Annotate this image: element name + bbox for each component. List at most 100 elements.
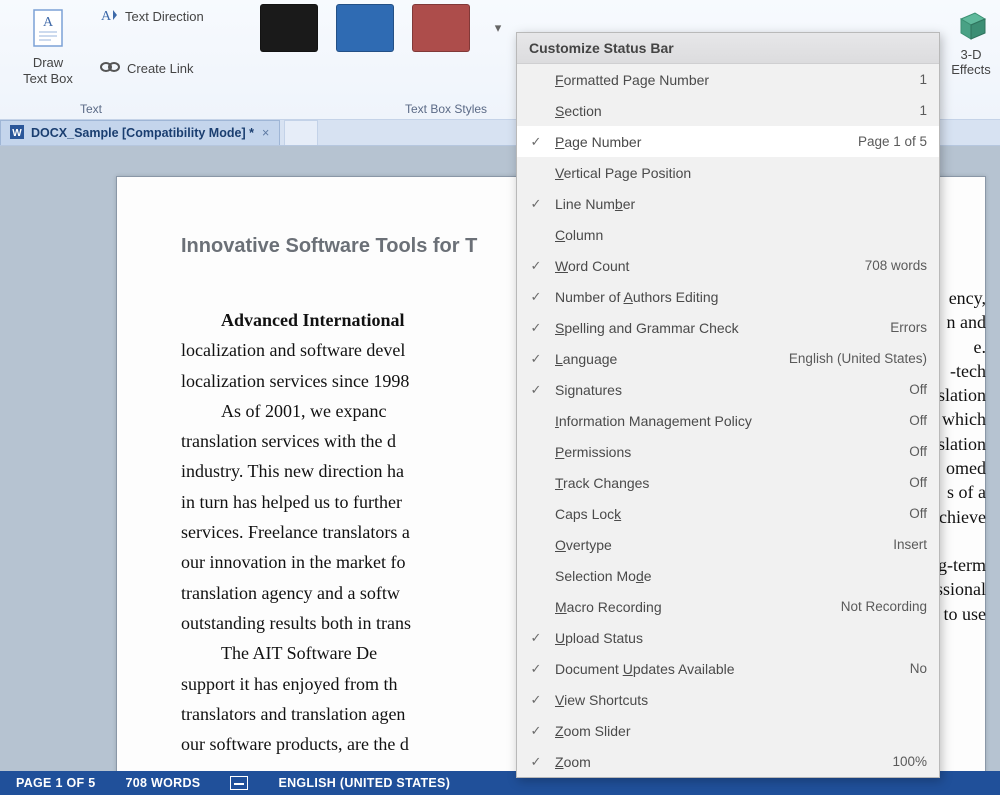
- menu-item-label: Number of Authors Editing: [555, 289, 919, 305]
- check-icon: ✓: [517, 134, 555, 150]
- tab-close-button[interactable]: ×: [260, 126, 271, 140]
- status-bar-menu-item[interactable]: Vertical Page Position: [517, 157, 939, 188]
- customize-status-bar-menu: Customize Status Bar Formatted Page Numb…: [516, 32, 940, 778]
- menu-item-label: Signatures: [555, 382, 901, 398]
- menu-item-label: Permissions: [555, 444, 901, 460]
- style-swatch-red[interactable]: [412, 4, 470, 52]
- status-bar-menu-item[interactable]: Track ChangesOff: [517, 467, 939, 498]
- text-box-icon: A: [31, 0, 65, 55]
- gallery-more-button[interactable]: ▾: [488, 20, 508, 36]
- effects-3d-button[interactable]: 3-D Effects: [950, 4, 992, 78]
- status-bar-menu-item[interactable]: ✓SignaturesOff: [517, 374, 939, 405]
- menu-item-label: Formatted Page Number: [555, 72, 911, 88]
- menu-item-value: 100%: [884, 754, 927, 769]
- menu-item-label: Track Changes: [555, 475, 901, 491]
- status-bar-menu-item[interactable]: ✓Zoom100%: [517, 746, 939, 777]
- svg-text:A: A: [101, 9, 112, 24]
- menu-item-label: Language: [555, 351, 781, 367]
- menu-item-value: 1: [911, 103, 927, 118]
- menu-item-label: Section: [555, 103, 911, 119]
- status-bar-menu-item[interactable]: ✓Spelling and Grammar CheckErrors: [517, 312, 939, 343]
- text-direction-label: Text Direction: [125, 9, 204, 24]
- check-icon: ✓: [517, 630, 555, 646]
- status-language[interactable]: ENGLISH (UNITED STATES): [278, 776, 450, 790]
- check-icon: ✓: [517, 289, 555, 305]
- menu-item-value: Not Recording: [833, 599, 927, 614]
- status-bar-menu-item[interactable]: Column: [517, 219, 939, 250]
- status-bar-menu-item[interactable]: Section1: [517, 95, 939, 126]
- doc-right-fragments: ency, n and e. -tech slation which slati…: [936, 286, 986, 626]
- menu-item-label: Document Updates Available: [555, 661, 902, 677]
- menu-item-value: Off: [901, 382, 927, 397]
- check-icon: ✓: [517, 351, 555, 367]
- status-bar-menu-item[interactable]: Information Management PolicyOff: [517, 405, 939, 436]
- status-bar-menu-item[interactable]: ✓Line Number: [517, 188, 939, 219]
- status-bar-menu-item[interactable]: ✓Document Updates AvailableNo: [517, 653, 939, 684]
- menu-item-label: Caps Lock: [555, 506, 901, 522]
- menu-item-value: 708 words: [857, 258, 927, 273]
- check-icon: ✓: [517, 661, 555, 677]
- menu-item-value: Off: [901, 444, 927, 459]
- status-word-count[interactable]: 708 WORDS: [125, 776, 200, 790]
- menu-item-value: No: [902, 661, 927, 676]
- status-bar-menu-item[interactable]: Caps LockOff: [517, 498, 939, 529]
- draw-text-box-button[interactable]: A Draw Text Box: [8, 0, 88, 86]
- menu-item-label: Line Number: [555, 196, 919, 212]
- check-icon: ✓: [517, 320, 555, 336]
- menu-item-label: Column: [555, 227, 919, 243]
- status-bar-menu-item[interactable]: ✓Number of Authors Editing: [517, 281, 939, 312]
- text-direction-button[interactable]: A Text Direction: [95, 4, 208, 29]
- menu-item-label: View Shortcuts: [555, 692, 919, 708]
- menu-item-value: Insert: [885, 537, 927, 552]
- document-tab-active[interactable]: W DOCX_Sample [Compatibility Mode] * ×: [0, 120, 280, 145]
- book-icon: [230, 776, 248, 790]
- style-swatch-black[interactable]: [260, 4, 318, 52]
- menu-item-label: Zoom Slider: [555, 723, 919, 739]
- menu-item-label: Selection Mode: [555, 568, 919, 584]
- menu-item-label: Page Number: [555, 134, 850, 150]
- status-bar-menu-item[interactable]: Formatted Page Number1: [517, 64, 939, 95]
- menu-header: Customize Status Bar: [517, 33, 939, 64]
- status-proofing-icon[interactable]: [230, 776, 248, 790]
- menu-item-value: Off: [901, 413, 927, 428]
- link-icon: [99, 60, 121, 77]
- status-bar-menu-item[interactable]: PermissionsOff: [517, 436, 939, 467]
- menu-item-value: English (United States): [781, 351, 927, 366]
- svg-text:A: A: [43, 15, 54, 30]
- check-icon: ✓: [517, 258, 555, 274]
- menu-item-value: Off: [901, 475, 927, 490]
- menu-item-label: Macro Recording: [555, 599, 833, 615]
- status-bar-menu-item[interactable]: OvertypeInsert: [517, 529, 939, 560]
- menu-item-value: Off: [901, 506, 927, 521]
- menu-item-label: Word Count: [555, 258, 857, 274]
- text-direction-icon: A: [99, 6, 119, 27]
- menu-item-label: Overtype: [555, 537, 885, 553]
- menu-item-value: Page 1 of 5: [850, 134, 927, 149]
- menu-item-value: Errors: [882, 320, 927, 335]
- menu-item-value: 1: [911, 72, 927, 87]
- menu-item-label: Vertical Page Position: [555, 165, 919, 181]
- status-bar-menu-item[interactable]: ✓Zoom Slider: [517, 715, 939, 746]
- text-box-styles-label: Text Box Styles: [405, 102, 487, 116]
- status-bar-menu-item[interactable]: ✓View Shortcuts: [517, 684, 939, 715]
- status-bar-menu-item[interactable]: Selection Mode: [517, 560, 939, 591]
- status-bar-menu-item[interactable]: ✓Page NumberPage 1 of 5: [517, 126, 939, 157]
- check-icon: ✓: [517, 196, 555, 212]
- text-box-styles-gallery[interactable]: ▾: [260, 4, 508, 52]
- status-bar-menu-item[interactable]: Macro RecordingNot Recording: [517, 591, 939, 622]
- status-bar-menu-item[interactable]: ✓Word Count708 words: [517, 250, 939, 281]
- menu-item-label: Upload Status: [555, 630, 919, 646]
- check-icon: ✓: [517, 692, 555, 708]
- menu-item-label: Spelling and Grammar Check: [555, 320, 882, 336]
- check-icon: ✓: [517, 754, 555, 770]
- status-bar-menu-item[interactable]: ✓Upload Status: [517, 622, 939, 653]
- style-swatch-blue[interactable]: [336, 4, 394, 52]
- draw-text-box-label: Draw Text Box: [23, 55, 73, 86]
- text-group-label: Text: [80, 102, 102, 116]
- create-link-button[interactable]: Create Link: [95, 58, 197, 79]
- status-bar-menu-item[interactable]: ✓LanguageEnglish (United States): [517, 343, 939, 374]
- menu-item-label: Information Management Policy: [555, 413, 901, 429]
- status-page[interactable]: PAGE 1 OF 5: [16, 776, 95, 790]
- check-icon: ✓: [517, 723, 555, 739]
- new-tab-button[interactable]: [284, 120, 318, 145]
